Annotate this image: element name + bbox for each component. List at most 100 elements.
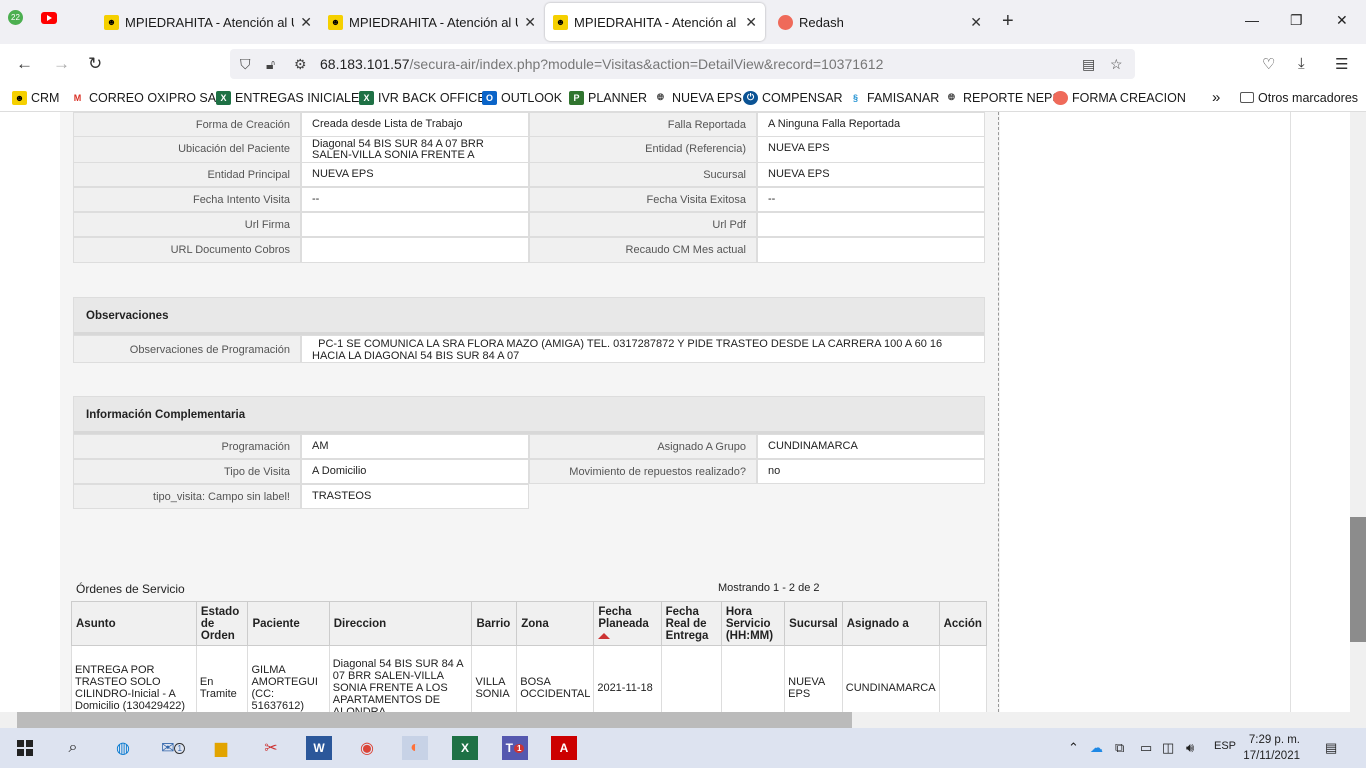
windows-start-icon[interactable] [12,736,38,760]
volume-icon[interactable]: 🔊︎ [1186,740,1194,756]
bookmark-correo[interactable]: M CORREO OXIPRO SAS [70,90,224,105]
table-row[interactable]: ENTREGA POR TRASTEO SOLO CILINDRO-Inicia… [71,645,988,712]
search-icon[interactable]: ⌕ [60,736,86,760]
col-direccion[interactable]: Direccion [328,601,473,646]
minimize-icon[interactable]: — [1245,12,1259,28]
tab-title: MPIEDRAHITA - Atención al Usu [349,14,518,30]
bookmark-planner[interactable]: P PLANNER [569,90,647,105]
field-value: Diagonal 54 BIS SUR 84 A 07 BRR SALEN-VI… [301,136,529,163]
field-value [757,237,985,263]
close-tab-icon[interactable]: ✕ [745,14,757,31]
tray-chevron-icon[interactable]: ⌃ [1068,740,1079,756]
forward-icon[interactable]: → [53,54,70,74]
cell-asunto[interactable]: ENTREGA POR TRASTEO SOLO CILINDRO-Inicia… [71,645,197,712]
field-label: Entidad Principal [73,162,301,187]
excel-icon[interactable]: X [452,736,478,760]
close-tab-icon[interactable]: ✕ [300,14,312,31]
scroll-thumb[interactable] [1350,517,1366,642]
reload-icon[interactable]: ↻ [88,54,102,74]
excel-icon: X [216,90,231,105]
other-bookmarks[interactable]: Otros marcadores [1240,91,1358,105]
globe-icon: 🌐︎ [656,92,665,102]
chrome-icon[interactable]: ◉ [354,736,380,760]
col-sucursal[interactable]: Sucursal [784,601,843,646]
field-label: Fecha Visita Exitosa [529,187,757,212]
close-tab-icon[interactable]: ✕ [524,14,536,31]
firefox-icon[interactable]: ◐ [402,736,428,760]
scroll-thumb[interactable] [17,712,852,728]
tab-mpiedrahita-2[interactable]: ☻ MPIEDRAHITA - Atención al Usu ✕ [320,3,544,41]
reader-view-icon[interactable]: ▤ [1082,56,1095,73]
onedrive-icon[interactable]: ☁ [1090,740,1103,756]
edge-icon[interactable]: ◍ [110,736,136,760]
more-bookmarks-icon[interactable]: » [1212,89,1220,106]
bookmark-crm[interactable]: ☻ CRM [12,90,59,105]
network-device-icon[interactable]: ⧉ [1115,740,1124,756]
youtube-icon[interactable] [41,11,57,24]
pocket-icon[interactable]: ♡ [1262,55,1275,73]
cell-accion[interactable] [938,645,988,712]
word-icon[interactable]: W [306,736,332,760]
tab-mpiedrahita-active[interactable]: ☻ MPIEDRAHITA - Atención al Usu ✕ [545,3,765,41]
url-text[interactable]: 68.183.101.57/secura-air/index.php?modul… [320,56,883,72]
ordenes-pagination: Mostrando 1 - 2 de 2 [718,582,820,594]
shield-icon[interactable]: ⛉ [240,56,251,73]
close-window-icon[interactable]: ✕ [1336,12,1348,29]
bookmark-nueva-eps[interactable]: 🌐︎ NUEVA EPS [653,91,742,105]
notifications-icon[interactable]: ▤ [1325,740,1337,756]
teams-icon[interactable]: T1 [502,736,528,760]
clock[interactable]: 7:29 p. m. 17/11/2021 [1240,732,1300,764]
whatsapp-icon[interactable]: 22 [8,10,23,25]
col-paciente[interactable]: Paciente [247,601,330,646]
restore-icon[interactable]: ❐ [1290,12,1303,29]
folder-icon [1240,92,1254,103]
language-indicator[interactable]: ESP [1214,740,1236,752]
permissions-icon[interactable]: ⚙ [294,56,307,73]
sort-asc-icon[interactable] [598,632,611,639]
bookmark-famisanar[interactable]: § FAMISANAR [848,91,939,105]
field-label: Programación [73,434,301,459]
bookmark-outlook[interactable]: O OUTLOOK [482,90,562,105]
col-zona[interactable]: Zona [516,601,595,646]
bookmark-forma-creacion[interactable]: FORMA CREACION [1053,90,1186,105]
download-icon[interactable]: ⤓ [1298,55,1305,72]
col-estado[interactable]: Estado de Orden [195,601,249,646]
field-value: A Domicilio [301,459,529,484]
acrobat-icon[interactable]: A [551,736,577,760]
new-tab-button[interactable]: + [1002,10,1014,33]
bookmark-star-icon[interactable]: ☆ [1110,56,1123,73]
horizontal-scrollbar[interactable] [0,712,1366,728]
app-favicon-icon: ☻ [328,14,343,30]
insecure-lock-icon[interactable]: 🔓︎ [266,56,275,73]
col-fecha-planeada[interactable]: Fecha Planeada [593,601,662,646]
col-hora[interactable]: Hora Servicio (HH:MM) [720,601,786,646]
bookmark-ivr[interactable]: X IVR BACK OFFICE [359,90,486,105]
col-fecha-real[interactable]: Fecha Real de Entrega [660,601,722,646]
cell-direccion: Diagonal 54 BIS SUR 84 A 07 BRR SALEN-VI… [328,645,473,712]
close-tab-icon[interactable]: ✕ [970,14,982,31]
wifi-icon[interactable]: ◫ [1162,740,1174,756]
col-asunto[interactable]: Asunto [71,601,197,646]
battery-icon[interactable]: ▭ [1140,740,1152,756]
tab-mpiedrahita-1[interactable]: ☻ MPIEDRAHITA - Atención al Usu ✕ [96,3,320,41]
menu-icon[interactable]: ☰ [1335,55,1348,73]
vertical-scrollbar[interactable] [1350,112,1366,712]
bookmark-compensar[interactable]: ⏻ COMPENSAR [743,90,843,105]
field-value: -- [301,187,529,212]
observaciones-text: PC-1 SE COMUNICA LA SRA FLORA MAZO (AMIG… [312,338,943,362]
tab-redash[interactable]: Redash ✕ [770,3,990,41]
cell-zona: BOSA OCCIDENTAL [516,645,595,712]
back-icon[interactable]: ← [16,54,33,74]
mail-icon[interactable]: ✉ 1 [160,736,186,760]
cell-estado: En Tramite [195,645,249,712]
col-asignado[interactable]: Asignado a [841,601,940,646]
file-explorer-icon[interactable]: ▆ [208,736,234,760]
snipping-icon[interactable]: ✂ [258,736,284,760]
field-value: CUNDINAMARCA [757,434,985,459]
excel-icon: X [359,90,374,105]
field-label: Recaudo CM Mes actual [529,237,757,263]
address-bar[interactable]: ⛉ 🔓︎ ⚙ 68.183.101.57/secura-air/index.ph… [230,49,1135,79]
bookmark-entregas[interactable]: X ENTREGAS INICIALES [216,90,368,105]
bookmark-reporte-neps[interactable]: 🌐︎ REPORTE NEPS [944,91,1061,105]
col-barrio[interactable]: Barrio [471,601,518,646]
